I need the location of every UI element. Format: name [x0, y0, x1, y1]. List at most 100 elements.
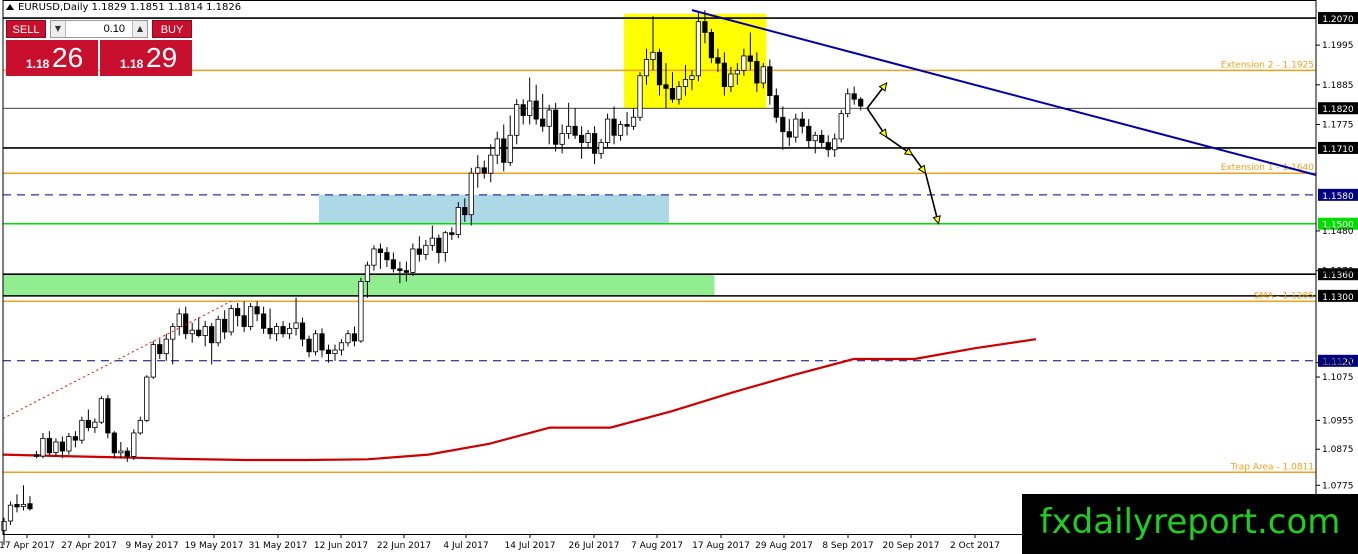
- candle-body: [676, 86, 682, 100]
- candle-body: [196, 329, 202, 336]
- candle-body: [682, 78, 689, 87]
- candle: [533, 84, 539, 125]
- x-tick-label: 12 Jun 2017: [314, 541, 368, 551]
- candle: [527, 77, 533, 125]
- candle: [170, 322, 176, 365]
- sell-price-small: 1.18: [26, 57, 50, 71]
- candle-body: [663, 84, 669, 89]
- sell-price-box[interactable]: 1.18 26: [6, 40, 98, 76]
- lot-size-value[interactable]: 0.10: [67, 21, 131, 37]
- lot-increase-icon[interactable]: ▲: [132, 21, 147, 37]
- candle-body: [124, 450, 130, 457]
- candle: [66, 432, 72, 455]
- candle-body: [838, 113, 844, 140]
- candle-body: [754, 60, 760, 84]
- candle-body: [423, 244, 429, 255]
- candle: [105, 395, 111, 439]
- x-tick-label: 7 Aug 2017: [631, 541, 683, 551]
- level-annotation: Extension 2 - 1.1925: [1221, 60, 1314, 70]
- y-tick-label: 1.1075: [1322, 373, 1354, 383]
- candle-body: [40, 437, 46, 457]
- sell-price-big: 26: [52, 42, 84, 73]
- candle: [520, 99, 526, 125]
- candle-body: [403, 270, 409, 273]
- buy-price-big: 29: [146, 42, 178, 73]
- candle-body: [468, 172, 474, 216]
- candle-body: [345, 333, 351, 344]
- buy-price-box[interactable]: 1.18 29: [100, 40, 192, 76]
- y-tick-label: 1.0775: [1322, 481, 1354, 491]
- lot-size-field[interactable]: ▼ 0.10 ▲: [50, 20, 148, 38]
- candle-body: [624, 124, 630, 127]
- level-price-label: 1.1710: [1322, 145, 1354, 155]
- candle: [851, 86, 857, 105]
- buy-button[interactable]: BUY: [152, 20, 192, 38]
- candle-body: [105, 398, 111, 434]
- candle: [546, 104, 552, 145]
- candle-body: [111, 432, 117, 454]
- candle: [241, 301, 247, 332]
- buy-price-small: 1.18: [120, 57, 144, 71]
- candle-body: [747, 55, 753, 62]
- zone-blue: [319, 194, 669, 224]
- candle-body: [533, 100, 539, 120]
- candle-body: [20, 504, 27, 507]
- candle: [46, 431, 53, 456]
- candle: [786, 119, 792, 147]
- y-tick-label: 1.1775: [1322, 120, 1354, 130]
- candle-body: [176, 313, 182, 327]
- candle: [286, 322, 293, 340]
- candle: [553, 102, 559, 152]
- y-tick-label: 1.0875: [1322, 445, 1354, 455]
- watermark: fxdailyreport.com: [1022, 494, 1358, 554]
- one-click-trading-panel: SELL ▼ 0.10 ▲ BUY 1.18 26 1.18 29: [6, 20, 192, 76]
- candle-body: [137, 419, 143, 434]
- candle: [215, 315, 221, 347]
- candle: [293, 297, 299, 336]
- candle-body: [611, 118, 617, 136]
- candle-body: [66, 436, 72, 452]
- candle: [806, 119, 812, 148]
- candle: [124, 447, 130, 462]
- candle: [481, 160, 487, 179]
- candle-body: [449, 232, 455, 235]
- candle-body: [715, 57, 721, 64]
- candle: [384, 247, 390, 267]
- candle-body: [85, 419, 91, 428]
- candle: [630, 108, 637, 130]
- candle: [27, 496, 33, 511]
- candle-body: [429, 237, 435, 246]
- candle-body: [585, 133, 591, 143]
- candle: [267, 308, 273, 340]
- candle: [280, 321, 286, 338]
- candle: [85, 409, 91, 432]
- candle-body: [559, 133, 565, 145]
- x-tick-label: 17 Apr 2017: [0, 541, 55, 551]
- candle-body: [131, 432, 137, 457]
- candle: [196, 317, 202, 338]
- candle: [222, 310, 228, 340]
- candle-body: [150, 344, 156, 378]
- level-price-label: 1.2070: [1322, 15, 1354, 25]
- candle: [832, 133, 838, 157]
- candle: [449, 227, 455, 240]
- candle: [598, 138, 604, 159]
- candle-body: [812, 134, 818, 142]
- lot-decrease-icon[interactable]: ▼: [51, 21, 66, 37]
- candle: [273, 322, 280, 341]
- candle-body: [163, 338, 169, 354]
- level-price-label: 1.1300: [1322, 293, 1354, 303]
- y-tick-label: 1.1995: [1322, 41, 1354, 51]
- sell-button[interactable]: SELL: [6, 20, 46, 38]
- candle-body: [462, 207, 468, 216]
- candle-body: [33, 454, 40, 457]
- candle: [248, 303, 254, 331]
- candle: [157, 339, 163, 360]
- x-tick-label: 31 May 2017: [249, 541, 308, 551]
- candle-body: [591, 133, 598, 154]
- candle-body: [235, 308, 241, 317]
- candle-body: [46, 437, 53, 454]
- x-tick-label: 8 Sep 2017: [822, 541, 873, 551]
- y-tick-label: 1.1480: [1322, 227, 1354, 237]
- collapse-triangle-icon[interactable]: [6, 4, 14, 10]
